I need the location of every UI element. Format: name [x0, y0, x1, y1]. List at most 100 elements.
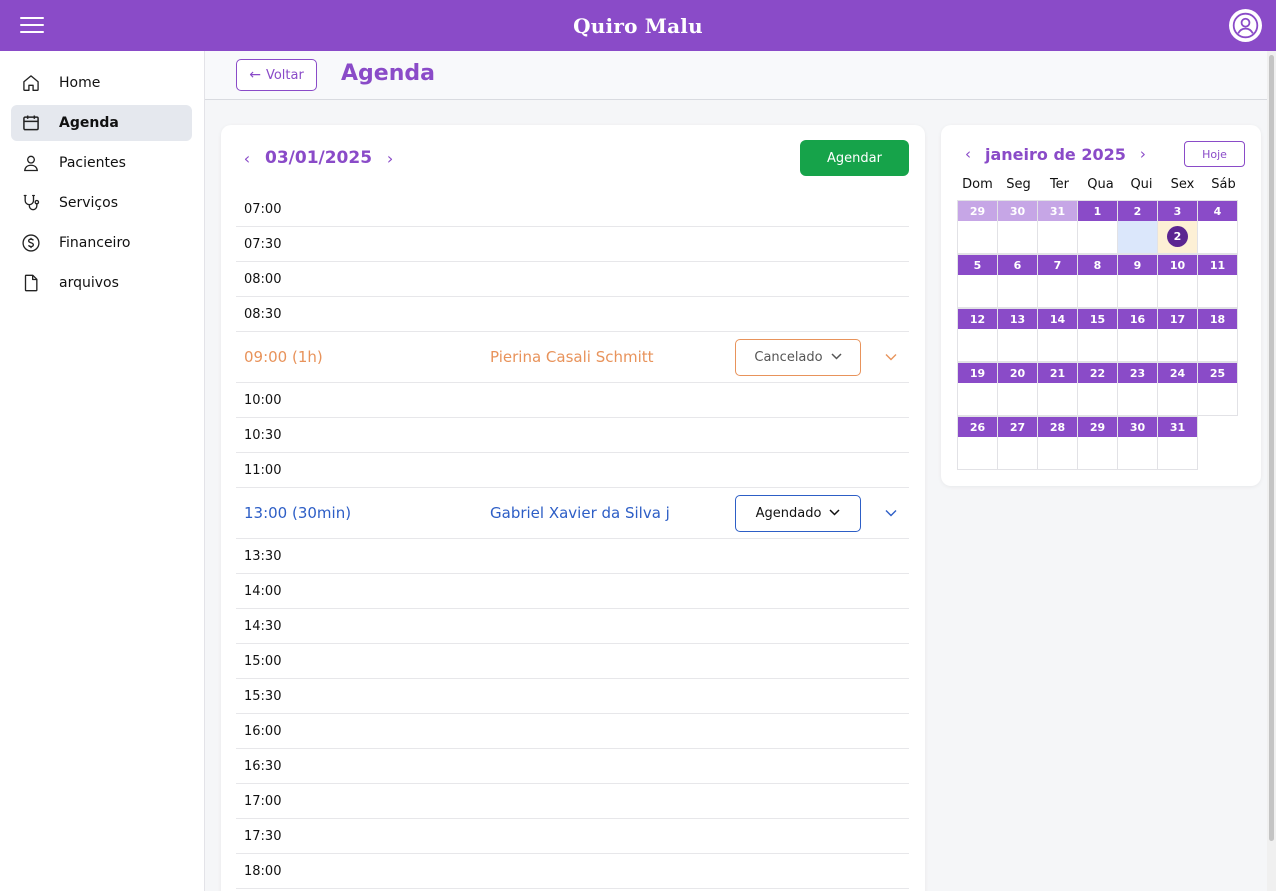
- weekday-label: Qui: [1130, 177, 1153, 192]
- day-cell-body: [1078, 383, 1117, 415]
- sidebar-item-label: arquivos: [59, 275, 119, 291]
- calendar-day-cell[interactable]: 22: [1077, 362, 1118, 416]
- calendar-day-cell[interactable]: 30: [1117, 416, 1158, 470]
- calendar-day-cell[interactable]: 31: [1037, 200, 1078, 254]
- calendar-icon: [21, 113, 41, 133]
- sidebar-item-financeiro[interactable]: Financeiro: [11, 225, 192, 261]
- vertical-scrollbar[interactable]: [1267, 51, 1276, 891]
- sidebar-item-pacientes[interactable]: Pacientes: [11, 145, 192, 181]
- scrollbar-thumb[interactable]: [1269, 55, 1274, 841]
- calendar-day-cell[interactable]: 32: [1157, 200, 1198, 254]
- calendar-week-row: 26 27 28 29 30 31: [957, 416, 1245, 470]
- calendar-day-cell[interactable]: 14: [1037, 308, 1078, 362]
- calendar-day-cell[interactable]: 16: [1117, 308, 1158, 362]
- calendar-day-cell[interactable]: 19: [957, 362, 998, 416]
- slot-time: 16:00: [244, 723, 282, 739]
- time-slot-row[interactable]: 14:30: [236, 609, 909, 644]
- time-slot-row[interactable]: 15:00: [236, 644, 909, 679]
- time-slot-row[interactable]: 17:30: [236, 819, 909, 854]
- expand-chevron-icon[interactable]: [883, 350, 899, 364]
- user-avatar-icon[interactable]: [1229, 9, 1262, 42]
- calendar-day-cell[interactable]: 20: [997, 362, 1038, 416]
- prev-month-chevron-icon[interactable]: ‹: [961, 145, 975, 163]
- next-month-chevron-icon[interactable]: ›: [1136, 145, 1150, 163]
- day-number: 4: [1198, 201, 1237, 221]
- calendar-day-cell[interactable]: 30: [997, 200, 1038, 254]
- time-slot-row[interactable]: 08:30: [236, 297, 909, 332]
- sidebar-item-agenda[interactable]: Agenda: [11, 105, 192, 141]
- calendar-day-cell[interactable]: 12: [957, 308, 998, 362]
- calendar-day-cell[interactable]: 25: [1197, 362, 1238, 416]
- appointment-row[interactable]: 13:00 (30min) Gabriel Xavier da Silva j Ag…: [236, 488, 909, 539]
- day-cell-body: [1038, 221, 1077, 253]
- time-slot-row[interactable]: 16:00: [236, 714, 909, 749]
- time-slot-row[interactable]: 07:00: [236, 192, 909, 227]
- day-number: 22: [1078, 363, 1117, 383]
- day-number: 17: [1158, 309, 1197, 329]
- weekday-label: Dom: [962, 177, 993, 192]
- calendar-day-cell[interactable]: 2: [1117, 200, 1158, 254]
- slot-time: 17:00: [244, 793, 282, 809]
- calendar-day-cell[interactable]: 27: [997, 416, 1038, 470]
- calendar-day-cell[interactable]: 24: [1157, 362, 1198, 416]
- calendar-day-cell[interactable]: 5: [957, 254, 998, 308]
- calendar-day-cell[interactable]: 26: [957, 416, 998, 470]
- calendar-day-cell[interactable]: 9: [1117, 254, 1158, 308]
- time-slot-row[interactable]: 17:00: [236, 784, 909, 819]
- calendar-day-cell[interactable]: 13: [997, 308, 1038, 362]
- calendar-day-cell[interactable]: 10: [1157, 254, 1198, 308]
- calendar-day-cell[interactable]: 17: [1157, 308, 1198, 362]
- expand-chevron-icon[interactable]: [883, 506, 899, 520]
- calendar-day-cell[interactable]: 28: [1037, 416, 1078, 470]
- appointment-patient[interactable]: Pierina Casali Schmitt: [490, 348, 735, 366]
- sidebar-item-home[interactable]: Home: [11, 65, 192, 101]
- appointment-patient[interactable]: Gabriel Xavier da Silva j: [490, 504, 735, 522]
- day-cell-body: [1078, 221, 1117, 253]
- time-slot-row[interactable]: 16:30: [236, 749, 909, 784]
- day-cell-body: [958, 275, 997, 307]
- calendar-day-cell[interactable]: 4: [1197, 200, 1238, 254]
- calendar-day-cell[interactable]: 23: [1117, 362, 1158, 416]
- appointment-row[interactable]: 09:00 (1h) Pierina Casali Schmitt Cancelad…: [236, 332, 909, 383]
- hamburger-menu-icon[interactable]: [20, 17, 44, 33]
- day-number: 26: [958, 417, 997, 437]
- next-day-chevron-icon[interactable]: ›: [382, 149, 398, 168]
- calendar-day-cell[interactable]: 21: [1037, 362, 1078, 416]
- back-button-label: Voltar: [265, 67, 304, 83]
- time-slot-row[interactable]: 15:30: [236, 679, 909, 714]
- appointment-time: 09:00 (1h): [244, 348, 323, 366]
- day-cell-body: [1118, 275, 1157, 307]
- today-button[interactable]: Hoje: [1184, 141, 1245, 167]
- calendar-day-cell[interactable]: 1: [1077, 200, 1118, 254]
- calendar-day-cell[interactable]: 15: [1077, 308, 1118, 362]
- time-slot-row[interactable]: 11:00: [236, 453, 909, 488]
- calendar-day-cell[interactable]: 11: [1197, 254, 1238, 308]
- time-slot-row[interactable]: 10:00: [236, 383, 909, 418]
- status-select[interactable]: Agendado: [735, 494, 861, 532]
- calendar-day-cell[interactable]: 29: [1077, 416, 1118, 470]
- back-button[interactable]: ← Voltar: [236, 59, 317, 91]
- time-slot-row[interactable]: 18:00: [236, 854, 909, 889]
- time-slot-row[interactable]: 08:00: [236, 262, 909, 297]
- day-cell-body: 2: [1158, 221, 1197, 253]
- status-select[interactable]: Cancelado: [735, 338, 861, 376]
- day-cell-body: [958, 221, 997, 253]
- calendar-day-cell[interactable]: 18: [1197, 308, 1238, 362]
- calendar-day-cell[interactable]: 29: [957, 200, 998, 254]
- calendar-week-row: 5 6 7 8 9 10 11: [957, 254, 1245, 308]
- prev-day-chevron-icon[interactable]: ‹: [239, 149, 255, 168]
- calendar-day-cell[interactable]: 6: [997, 254, 1038, 308]
- calendar-day-cell[interactable]: 31: [1157, 416, 1198, 470]
- agendar-button[interactable]: Agendar: [800, 140, 909, 176]
- sidebar-item-servi-os[interactable]: Serviços: [11, 185, 192, 221]
- time-slot-row[interactable]: 10:30: [236, 418, 909, 453]
- day-cell-body: [958, 437, 997, 469]
- sidebar-item-arquivos[interactable]: arquivos: [11, 265, 192, 301]
- day-cell-body: [1118, 383, 1157, 415]
- time-slot-row[interactable]: 14:00: [236, 574, 909, 609]
- calendar-day-cell[interactable]: 7: [1037, 254, 1078, 308]
- calendar-day-cell[interactable]: 8: [1077, 254, 1118, 308]
- time-slot-row[interactable]: 07:30: [236, 227, 909, 262]
- time-slot-row[interactable]: 13:30: [236, 539, 909, 574]
- page-title: Agenda: [341, 61, 435, 86]
